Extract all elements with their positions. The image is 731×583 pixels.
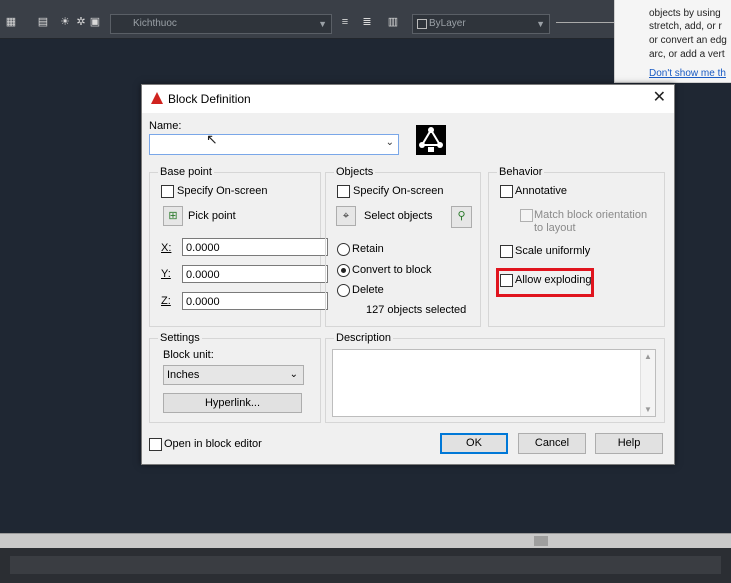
- name-combobox[interactable]: ⌄: [149, 134, 399, 155]
- block-preview-icon: [416, 125, 446, 155]
- sun-icon[interactable]: ✲: [74, 16, 88, 28]
- delete-label: Delete: [352, 284, 384, 296]
- objects-selected-count: 127 objects selected: [366, 304, 467, 316]
- z-label: Z:: [161, 295, 171, 307]
- select-objects-button[interactable]: ⌖: [336, 206, 356, 226]
- linetype-preview[interactable]: [556, 22, 614, 23]
- tooltip-line: objects by using: [649, 8, 721, 19]
- command-line[interactable]: [10, 556, 721, 574]
- layer-dropdown[interactable]: Kichthuoc ▼: [110, 14, 332, 34]
- retain-label: Retain: [352, 243, 384, 255]
- match-orientation-label: Match block orientation: [534, 209, 648, 221]
- cancel-button[interactable]: Cancel: [518, 433, 586, 454]
- mouse-cursor-icon: ↖: [206, 131, 218, 147]
- color-swatch: [417, 19, 427, 29]
- open-in-block-editor-checkbox[interactable]: [149, 438, 162, 451]
- annotative-checkbox[interactable]: [500, 185, 513, 198]
- layer-isolate-icon[interactable]: ▥: [386, 16, 400, 28]
- dialog-title: Block Definition: [168, 92, 251, 106]
- retain-radio[interactable]: [337, 243, 350, 256]
- match-layer-icon[interactable]: ≡: [338, 16, 352, 28]
- layer-previous-icon[interactable]: ≣: [360, 16, 374, 28]
- block-definition-dialog: Block Definition ✕ Name: ⌄ ↖ Base point …: [141, 84, 675, 465]
- block-unit-select[interactable]: Inches ⌄: [163, 365, 304, 385]
- horizontal-scrollbar[interactable]: [0, 533, 731, 548]
- layer-name: Kichthuoc: [133, 18, 177, 29]
- layer-properties-icon[interactable]: ▦: [4, 16, 18, 28]
- tooltip-line: stretch, add, or r: [649, 21, 722, 32]
- lightbulb-icon[interactable]: ☀: [58, 16, 72, 28]
- block-unit-value: Inches: [167, 369, 200, 381]
- behavior-title: Behavior: [497, 166, 545, 178]
- convert-to-block-radio[interactable]: [337, 264, 350, 277]
- z-input[interactable]: 0.0000: [182, 292, 328, 310]
- quick-select-icon: ⚲: [457, 210, 466, 222]
- color-dropdown[interactable]: ByLayer ▼: [412, 14, 550, 34]
- match-orientation-label-2: to layout: [534, 222, 576, 234]
- hyperlink-button[interactable]: Hyperlink...: [163, 393, 302, 413]
- color-value: ByLayer: [429, 18, 466, 29]
- layer-state-icon[interactable]: ▤: [36, 16, 50, 28]
- scroll-down-icon[interactable]: ▼: [644, 405, 652, 414]
- match-orientation-checkbox[interactable]: [520, 209, 533, 222]
- lock-icon[interactable]: ▣: [88, 16, 102, 28]
- pick-point-button[interactable]: ⊞: [163, 206, 183, 226]
- base-point-title: Base point: [158, 166, 214, 178]
- help-button[interactable]: Help: [595, 433, 663, 454]
- settings-title: Settings: [158, 332, 202, 344]
- delete-radio[interactable]: [337, 284, 350, 297]
- scrollbar-thumb[interactable]: [534, 536, 548, 546]
- y-input[interactable]: 0.0000: [182, 265, 328, 283]
- block-unit-label: Block unit:: [163, 349, 214, 361]
- description-title: Description: [334, 332, 394, 344]
- scroll-up-icon[interactable]: ▲: [644, 352, 652, 361]
- chevron-down-icon: ▼: [536, 19, 545, 29]
- dialog-titlebar: Block Definition ✕: [142, 85, 674, 113]
- command-line-area: [0, 548, 731, 583]
- close-icon[interactable]: ✕: [653, 89, 666, 107]
- chevron-down-icon: ▼: [318, 19, 327, 29]
- chevron-down-icon: ⌄: [289, 369, 298, 380]
- y-label: Y:: [161, 268, 171, 280]
- annotative-label: Annotative: [515, 185, 567, 197]
- crosshair-icon: ⌖: [342, 210, 350, 222]
- convert-to-block-label: Convert to block: [352, 264, 432, 276]
- x-input[interactable]: 0.0000: [182, 238, 328, 256]
- annotation-highlight-box: [496, 268, 594, 297]
- dont-show-link[interactable]: Don't show me th: [649, 68, 726, 80]
- open-in-block-editor-label: Open in block editor: [164, 438, 262, 450]
- select-objects-label: Select objects: [364, 210, 433, 222]
- quick-select-button[interactable]: ⚲: [451, 206, 472, 228]
- base-specify-onscreen-label: Specify On-screen: [177, 185, 268, 197]
- pick-point-icon: ⊞: [168, 210, 178, 222]
- ok-button[interactable]: OK: [440, 433, 508, 454]
- pick-point-label: Pick point: [188, 210, 236, 222]
- objects-title: Objects: [334, 166, 376, 178]
- base-specify-onscreen-checkbox[interactable]: [161, 185, 174, 198]
- scale-uniformly-checkbox[interactable]: [500, 245, 513, 258]
- autocad-logo-icon: [151, 92, 163, 104]
- chevron-down-icon[interactable]: ⌄: [386, 137, 394, 148]
- scale-uniformly-label: Scale uniformly: [515, 245, 591, 257]
- description-textarea[interactable]: ▲ ▼: [332, 349, 656, 417]
- tooltip-panel: objects by using stretch, add, or r or c…: [614, 0, 731, 83]
- tooltip-line: arc, or add a vert: [649, 49, 725, 60]
- x-label: X:: [161, 242, 172, 254]
- name-label: Name:: [149, 120, 182, 132]
- objects-specify-onscreen-label: Specify On-screen: [353, 185, 444, 197]
- description-scrollbar[interactable]: ▲ ▼: [640, 350, 655, 416]
- tooltip-line: or convert an edg: [649, 35, 727, 46]
- objects-specify-onscreen-checkbox[interactable]: [337, 185, 350, 198]
